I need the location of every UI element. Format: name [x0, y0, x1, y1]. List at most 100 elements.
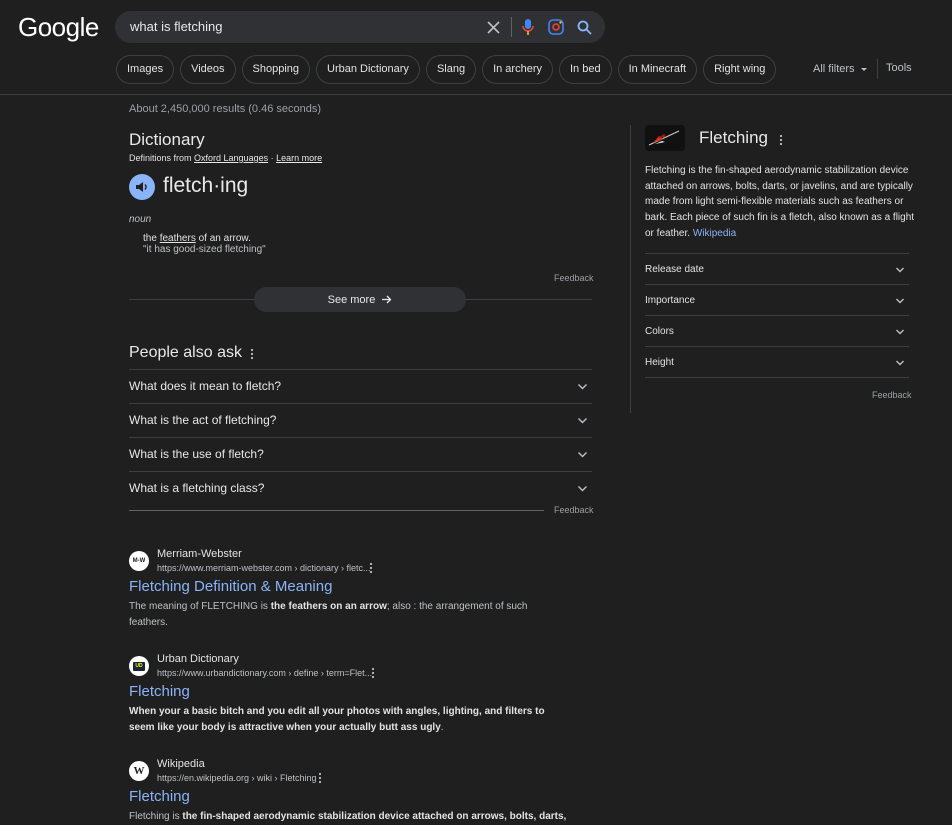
chip-slang[interactable]: Slang — [425, 55, 477, 84]
result-url[interactable]: https://en.wikipedia.org › wiki › Fletch… — [157, 773, 317, 783]
chevron-down-icon — [896, 267, 904, 273]
chevron-down-icon — [578, 384, 587, 390]
filter-chips: Images Videos Shopping Urban Dictionary … — [116, 55, 777, 84]
search-box[interactable] — [115, 11, 605, 43]
knowledge-panel-description: Fletching is the fin-shaped aerodynamic … — [645, 163, 915, 242]
search-icon[interactable] — [574, 17, 594, 37]
tools-divider — [877, 59, 878, 79]
chevron-down-icon — [896, 360, 904, 366]
chip-urban-dictionary[interactable]: Urban Dictionary — [316, 55, 420, 84]
pronunciation-button[interactable] — [129, 174, 155, 200]
paa-question-4[interactable]: What is a fletching class? — [129, 471, 592, 505]
knowledge-panel-title: Fletching — [699, 128, 768, 147]
arrow-right-icon — [382, 295, 392, 304]
feathers-link[interactable]: feathers — [160, 233, 196, 244]
result-more-icon[interactable] — [368, 562, 374, 577]
description-text: Fletching is the fin-shaped aerodynamic … — [645, 165, 915, 239]
kp-row-height[interactable]: Height — [645, 346, 909, 378]
knowledge-panel-feedback[interactable]: Feedback — [872, 390, 912, 400]
definition-suffix: of an arrow. — [195, 233, 251, 244]
chevron-down-icon — [896, 329, 904, 335]
see-more-button[interactable]: See more — [254, 287, 466, 312]
chip-shopping[interactable]: Shopping — [241, 55, 311, 84]
result-more-icon[interactable] — [370, 667, 376, 682]
google-logo[interactable]: Google — [18, 12, 99, 43]
kp-row-label: Height — [645, 357, 674, 368]
merriam-webster-favicon: M-W — [129, 551, 149, 571]
wikipedia-link[interactable]: Wikipedia — [693, 228, 736, 239]
snippet-highlight: When your a basic bitch and you edit all… — [129, 706, 545, 733]
paa-question-text: What is a fletching class? — [129, 481, 265, 495]
search-input[interactable] — [130, 11, 480, 43]
speaker-icon — [136, 182, 147, 192]
kp-row-release-date[interactable]: Release date — [645, 253, 909, 284]
result-site-name[interactable]: Merriam-Webster — [157, 548, 242, 560]
people-also-ask-title: People also ask — [129, 344, 242, 361]
chip-in-bed[interactable]: In bed — [559, 55, 612, 84]
learn-more-link[interactable]: Learn more — [276, 153, 322, 163]
all-filters-button[interactable]: All filters — [813, 63, 869, 75]
result-title[interactable]: Fletching Definition & Meaning — [129, 578, 332, 595]
chevron-down-icon — [578, 452, 587, 458]
snippet-text: Fletching is — [129, 811, 183, 822]
chevron-down-icon — [578, 418, 587, 424]
dictionary-feedback[interactable]: Feedback — [554, 273, 594, 283]
result-url[interactable]: https://www.urbandictionary.com › define… — [157, 668, 372, 678]
snippet-highlight: the feathers on an arrow — [270, 601, 387, 612]
chip-right-wing[interactable]: Right wing — [703, 55, 777, 84]
kp-row-colors[interactable]: Colors — [645, 315, 909, 346]
search-divider — [511, 17, 512, 37]
paa-feedback[interactable]: Feedback — [554, 505, 594, 515]
result-snippet: Fletching is the fin-shaped aerodynamic … — [129, 809, 569, 825]
lens-icon[interactable] — [546, 17, 566, 37]
kp-row-label: Release date — [645, 264, 704, 275]
paa-question-text: What does it mean to fletch? — [129, 379, 282, 393]
header-divider — [0, 94, 952, 95]
urban-dictionary-favicon: UD — [129, 656, 149, 676]
result-title[interactable]: Fletching — [129, 683, 190, 700]
chip-videos[interactable]: Videos — [180, 55, 236, 84]
snippet-highlight: the fin-shaped aerodynamic stabilization… — [182, 811, 569, 822]
snippet-text: The meaning of FLETCHING is — [129, 601, 271, 612]
snippet-text: . — [440, 722, 444, 733]
result-site-name[interactable]: Urban Dictionary — [157, 653, 239, 665]
kp-row-importance[interactable]: Importance — [645, 284, 909, 315]
all-filters-label: All filters — [813, 63, 855, 75]
paa-question-text: What is the use of fletch? — [129, 447, 264, 461]
result-title[interactable]: Fletching — [129, 788, 190, 805]
see-more-label: See more — [327, 293, 376, 306]
tools-button[interactable]: Tools — [886, 62, 912, 74]
dictionary-title: Dictionary — [129, 130, 205, 149]
result-stats: About 2,450,000 results (0.46 seconds) — [129, 103, 322, 115]
result-url[interactable]: https://www.merriam-webster.com › dictio… — [157, 563, 371, 573]
paa-question-1[interactable]: What does it mean to fletch? — [129, 369, 592, 403]
knowledge-panel-more-icon[interactable] — [778, 133, 784, 151]
chip-images[interactable]: Images — [116, 55, 175, 84]
definition-example: "it has good-sized fletching" — [143, 244, 266, 255]
result-snippet: The meaning of FLETCHING is the feathers… — [129, 599, 549, 631]
source-prefix: Definitions from — [129, 153, 195, 163]
clear-icon[interactable] — [483, 17, 503, 37]
definition: the feathers of an arrow. — [143, 233, 251, 244]
fletching-thumbnail[interactable] — [645, 125, 685, 151]
microphone-icon[interactable] — [518, 17, 538, 37]
knowledge-panel-divider — [630, 125, 631, 413]
kp-row-label: Importance — [645, 295, 696, 306]
oxford-languages-link[interactable]: Oxford Languages — [194, 153, 268, 163]
result-site-name[interactable]: Wikipedia — [157, 758, 205, 770]
chip-in-minecraft[interactable]: In Minecraft — [617, 55, 698, 84]
result-more-icon[interactable] — [317, 772, 323, 787]
urban-dictionary-favicon-glyph: UD — [133, 661, 145, 671]
chevron-down-icon — [578, 486, 587, 492]
paa-divider — [129, 510, 544, 511]
wikipedia-favicon: W — [129, 761, 149, 781]
kp-row-label: Colors — [645, 326, 674, 337]
paa-more-icon[interactable] — [249, 347, 255, 365]
chip-in-archery[interactable]: In archery — [482, 55, 553, 84]
paa-question-2[interactable]: What is the act of fletching? — [129, 403, 592, 437]
caret-down-icon — [860, 68, 867, 71]
dictionary-source: Definitions from Oxford Languages · Lear… — [129, 153, 322, 163]
result-snippet: When your a basic bitch and you edit all… — [129, 704, 549, 736]
chevron-down-icon — [896, 298, 904, 304]
paa-question-3[interactable]: What is the use of fletch? — [129, 437, 592, 471]
